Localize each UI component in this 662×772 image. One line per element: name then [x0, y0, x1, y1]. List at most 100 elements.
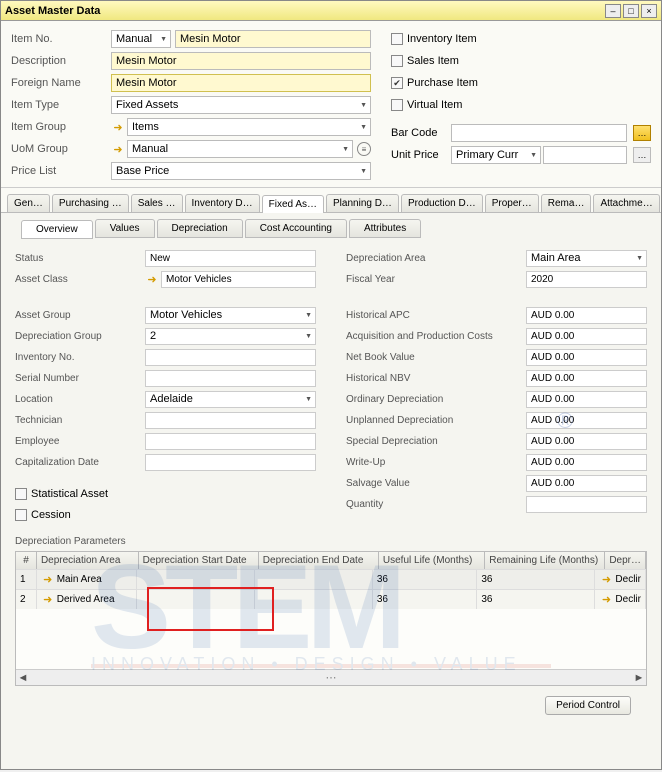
- location-dropdown[interactable]: Adelaide: [145, 391, 316, 408]
- link-arrow-icon[interactable]: ➜: [599, 573, 613, 587]
- window-title: Asset Master Data: [5, 5, 603, 17]
- subtab-attributes[interactable]: Attributes: [349, 219, 421, 238]
- purchase-item-checkbox[interactable]: [391, 77, 403, 89]
- link-arrow-icon[interactable]: ➜: [41, 593, 55, 607]
- value-field[interactable]: AUD 0.00: [526, 349, 647, 366]
- subtab-overview[interactable]: Overview: [21, 220, 93, 239]
- value-field[interactable]: AUD 0.00: [526, 412, 647, 429]
- price-list-dropdown[interactable]: Base Price: [111, 162, 371, 180]
- value-label: Salvage Value: [346, 478, 526, 489]
- item-group-label: Item Group: [11, 121, 111, 133]
- unit-price-currency-dropdown[interactable]: Primary Curr: [451, 146, 541, 164]
- value-label: Acquisition and Production Costs: [346, 331, 526, 342]
- value-label: Unplanned Depreciation: [346, 415, 526, 426]
- subtab-cost-accounting[interactable]: Cost Accounting: [245, 219, 347, 238]
- tab-inventory[interactable]: Inventory D…: [185, 194, 260, 212]
- foreign-name-label: Foreign Name: [11, 77, 111, 89]
- unit-price-browse-button[interactable]: …: [633, 147, 651, 163]
- grid-horizontal-scrollbar[interactable]: ◄ ⋯ ►: [16, 669, 646, 685]
- value-field[interactable]: AUD 0.00: [526, 475, 647, 492]
- scroll-right-icon[interactable]: ►: [632, 672, 646, 684]
- item-no-input[interactable]: Mesin Motor: [175, 30, 371, 48]
- subtab-depreciation[interactable]: Depreciation: [157, 219, 243, 238]
- tab-sales[interactable]: Sales …: [131, 194, 183, 212]
- serial-number-field[interactable]: [145, 370, 316, 387]
- dep-area-dropdown[interactable]: Main Area: [526, 250, 647, 267]
- depreciation-group-dropdown[interactable]: 2: [145, 328, 316, 345]
- minimize-button[interactable]: –: [605, 4, 621, 18]
- period-control-button[interactable]: Period Control: [545, 696, 631, 715]
- value-field[interactable]: AUD 0.00: [526, 328, 647, 345]
- grid-header-area[interactable]: Depreciation Area: [37, 552, 139, 569]
- tab-remarks[interactable]: Rema…: [541, 194, 592, 212]
- asset-class-field[interactable]: Motor Vehicles: [161, 271, 316, 288]
- grid-header-end[interactable]: Depreciation End Date: [259, 552, 379, 569]
- grid-header-useful[interactable]: Useful Life (Months): [379, 552, 485, 569]
- help-icon[interactable]: ≡: [357, 142, 371, 156]
- asset-group-dropdown[interactable]: Motor Vehicles: [145, 307, 316, 324]
- value-field[interactable]: AUD 0.00: [526, 370, 647, 387]
- statistical-asset-checkbox[interactable]: [15, 488, 27, 500]
- capitalization-date-field[interactable]: [145, 454, 316, 471]
- inventory-no-label: Inventory No.: [15, 352, 145, 363]
- cession-checkbox[interactable]: [15, 509, 27, 521]
- virtual-item-checkbox[interactable]: [391, 99, 403, 111]
- maximize-button[interactable]: □: [623, 4, 639, 18]
- link-arrow-icon[interactable]: ➜: [41, 573, 55, 587]
- tab-fixed-assets[interactable]: Fixed As…: [262, 195, 324, 213]
- status-label: Status: [15, 253, 145, 264]
- item-group-dropdown[interactable]: Items: [127, 118, 371, 136]
- value-field[interactable]: AUD 0.00: [526, 433, 647, 450]
- fiscal-year-label: Fiscal Year: [346, 274, 526, 285]
- inventory-item-checkbox[interactable]: [391, 33, 403, 45]
- technician-label: Technician: [15, 415, 145, 426]
- grid-header-num[interactable]: #: [16, 552, 37, 569]
- bar-code-browse-button[interactable]: …: [633, 125, 651, 141]
- statistical-asset-label: Statistical Asset: [31, 488, 108, 500]
- employee-field[interactable]: [145, 433, 316, 450]
- value-field[interactable]: AUD 0.00: [526, 391, 647, 408]
- technician-field[interactable]: [145, 412, 316, 429]
- close-button[interactable]: ×: [641, 4, 657, 18]
- link-arrow-icon[interactable]: ➜: [111, 120, 125, 134]
- link-arrow-icon[interactable]: ➜: [145, 272, 159, 286]
- scroll-left-icon[interactable]: ◄: [16, 672, 30, 684]
- bar-code-label: Bar Code: [391, 127, 451, 139]
- table-row[interactable]: 1➜Main Area3636➜Declir: [16, 569, 646, 589]
- foreign-name-input[interactable]: Mesin Motor: [111, 74, 371, 92]
- item-type-dropdown[interactable]: Fixed Assets: [111, 96, 371, 114]
- tab-production[interactable]: Production D…: [401, 194, 483, 212]
- sales-item-checkbox[interactable]: [391, 55, 403, 67]
- description-input[interactable]: Mesin Motor: [111, 52, 371, 70]
- grid-header-dep[interactable]: Depr…: [605, 552, 646, 569]
- value-label: Special Depreciation: [346, 436, 526, 447]
- main-tabstrip: Gen… Purchasing … Sales … Inventory D… F…: [1, 188, 661, 213]
- status-field[interactable]: New: [145, 250, 316, 267]
- fiscal-year-field[interactable]: 2020: [526, 271, 647, 288]
- tab-planning[interactable]: Planning D…: [326, 194, 399, 212]
- value-label: Historical NBV: [346, 373, 526, 384]
- link-arrow-icon[interactable]: ➜: [599, 593, 613, 607]
- bar-code-input[interactable]: [451, 124, 627, 142]
- location-label: Location: [15, 394, 145, 405]
- subtab-values[interactable]: Values: [95, 219, 155, 238]
- titlebar: Asset Master Data – □ ×: [1, 1, 661, 21]
- tab-general[interactable]: Gen…: [7, 194, 50, 212]
- unit-price-input[interactable]: [543, 146, 627, 164]
- tab-purchasing[interactable]: Purchasing …: [52, 194, 129, 212]
- item-no-mode-dropdown[interactable]: Manual: [111, 30, 171, 48]
- asset-class-label: Asset Class: [15, 274, 145, 285]
- uom-group-dropdown[interactable]: Manual: [127, 140, 353, 158]
- grid-header-remain[interactable]: Remaining Life (Months): [485, 552, 605, 569]
- table-row[interactable]: 2➜Derived Area3636➜Declir: [16, 589, 646, 609]
- value-field[interactable]: [526, 496, 647, 513]
- value-field[interactable]: AUD 0.00: [526, 307, 647, 324]
- inventory-no-field[interactable]: [145, 349, 316, 366]
- virtual-item-label: Virtual Item: [407, 99, 462, 111]
- tab-attachments[interactable]: Attachme…: [593, 194, 659, 212]
- value-label: Quantity: [346, 499, 526, 510]
- grid-header-start[interactable]: Depreciation Start Date: [139, 552, 259, 569]
- link-arrow-icon[interactable]: ➜: [111, 142, 125, 156]
- value-field[interactable]: AUD 0.00: [526, 454, 647, 471]
- tab-properties[interactable]: Proper…: [485, 194, 539, 212]
